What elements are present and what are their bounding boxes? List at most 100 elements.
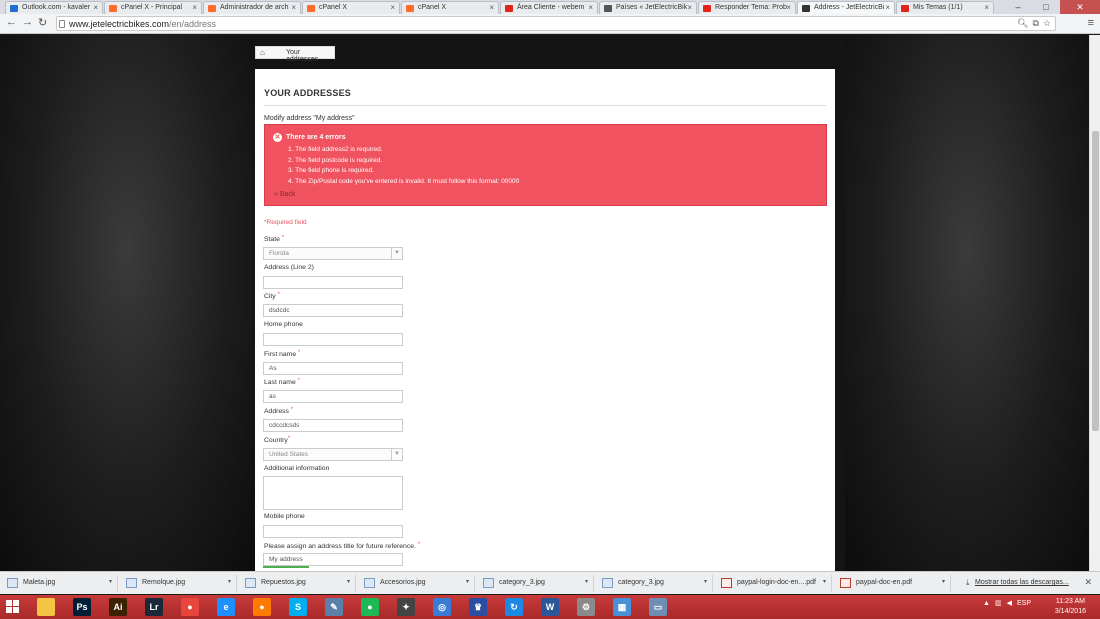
calculator-icon[interactable]: ▦	[613, 598, 631, 616]
breadcrumb-current: Your addresses	[286, 49, 319, 63]
photoshop-icon[interactable]: Ps	[73, 598, 91, 616]
settings-app-icon[interactable]: ⚙	[577, 598, 595, 616]
tab-close-icon[interactable]: ×	[588, 3, 593, 12]
chevron-down-icon[interactable]: ▾	[109, 578, 112, 585]
download-filename: category_3.jpg	[499, 579, 545, 586]
tab-close-icon[interactable]: ×	[93, 3, 98, 12]
first-name-field[interactable]: As	[263, 362, 403, 375]
browser-tab[interactable]: cPanel X ×	[401, 1, 499, 14]
word-icon[interactable]: W	[541, 598, 559, 616]
bookmark-star-icon[interactable]: ☆	[1043, 18, 1051, 29]
country-select[interactable]: United States ▼	[263, 448, 403, 461]
browser-tab[interactable]: Área Cliente - webem ×	[500, 1, 598, 14]
reload-icon[interactable]: ↻	[38, 16, 47, 29]
network-icon[interactable]: ▥	[995, 599, 1002, 607]
download-item[interactable]: Maleta.jpg ▾	[2, 575, 118, 592]
favicon-icon	[10, 5, 18, 12]
chevron-down-icon[interactable]: ▾	[466, 578, 469, 585]
window-controls: – □ ✕	[1004, 0, 1100, 14]
lightroom-icon[interactable]: Lr	[145, 598, 163, 616]
search-icon[interactable]: 🔍︎	[1017, 18, 1028, 29]
home-icon[interactable]: ⌂	[260, 48, 265, 57]
browser-tab[interactable]: Administrador de arch ×	[203, 1, 301, 14]
image-file-icon	[7, 578, 18, 588]
language-indicator[interactable]: ESP	[1017, 600, 1031, 607]
mobile-phone-field[interactable]	[263, 525, 403, 538]
browser-tab[interactable]: Outlook.com - kavaler ×	[5, 1, 103, 14]
forward-arrow-icon[interactable]: →	[22, 16, 33, 28]
firefox-icon[interactable]: ●	[253, 598, 271, 616]
browser-tab[interactable]: Responder Tema: Prob ×	[698, 1, 796, 14]
download-item[interactable]: Accesorios.jpg ▾	[359, 575, 475, 592]
tab-close-icon[interactable]: ×	[687, 3, 692, 12]
minimize-icon[interactable]: –	[1004, 0, 1032, 14]
chevron-down-icon[interactable]: ▾	[228, 578, 231, 585]
tab-close-icon[interactable]: ×	[984, 3, 989, 12]
notepad-icon[interactable]: ✎	[325, 598, 343, 616]
skype-icon[interactable]: S	[289, 598, 307, 616]
tab-close-icon[interactable]: ×	[489, 3, 494, 12]
show-all-downloads-link[interactable]: Mostrar todas las descargas...	[975, 579, 1069, 586]
address-field[interactable]: cdccdcsds	[263, 419, 403, 432]
windows-start-icon[interactable]	[6, 600, 20, 614]
last-name-field[interactable]: as	[263, 390, 403, 403]
menu-icon[interactable]: ≡	[1088, 17, 1094, 29]
address2-field[interactable]	[263, 276, 403, 289]
browser-tab[interactable]: cPanel X - Principal ×	[104, 1, 202, 14]
browser-tab[interactable]: cPanel X ×	[302, 1, 400, 14]
alias-field[interactable]: My address	[263, 553, 403, 566]
page-scrollbar[interactable]	[1089, 35, 1100, 571]
city-field[interactable]: dsdcdc	[263, 304, 403, 317]
chevron-down-icon[interactable]: ▾	[823, 578, 826, 585]
maximize-icon[interactable]: □	[1032, 0, 1060, 14]
tab-close-icon[interactable]: ×	[390, 3, 395, 12]
tab-close-icon[interactable]: ×	[192, 3, 197, 12]
tab-close-icon[interactable]: ×	[291, 3, 296, 12]
chevron-down-icon[interactable]: ▾	[347, 578, 350, 585]
download-item[interactable]: category_3.jpg ▾	[597, 575, 713, 592]
system-clock[interactable]: 11:23 AM 3/14/2016	[1055, 597, 1086, 617]
download-item[interactable]: Repuestos.jpg ▾	[240, 575, 356, 592]
download-item[interactable]: Remolque.jpg ▾	[121, 575, 237, 592]
file-explorer-icon[interactable]	[37, 598, 55, 616]
clock-time: 11:23 AM	[1055, 598, 1085, 605]
internet-explorer-icon[interactable]: e	[217, 598, 235, 616]
sync-icon[interactable]: ◎	[433, 598, 451, 616]
address-bar[interactable]: www.jetelectricbikes.com/en/address 🔍︎ ⧉…	[56, 16, 1056, 31]
tray-chevron-icon[interactable]: ▲	[983, 600, 990, 607]
volume-icon[interactable]: ◀	[1007, 599, 1012, 607]
chevron-down-icon[interactable]: ▾	[704, 578, 707, 585]
browser-tab[interactable]: Países « JetElectricBik ×	[599, 1, 697, 14]
translate-icon[interactable]: ⧉	[1032, 18, 1038, 29]
scrollbar-thumb[interactable]	[1092, 131, 1099, 431]
chevron-down-icon[interactable]: ▾	[942, 578, 945, 585]
back-link[interactable]: « Back	[274, 191, 295, 198]
error-item: 4. The Zip/Postal code you've entered is…	[288, 177, 520, 185]
game-icon[interactable]: ✦	[397, 598, 415, 616]
alias-label: Please assign an address title for futur…	[264, 542, 421, 550]
browser-tab[interactable]: Address - JetElectricBi ×	[797, 1, 895, 14]
browser-tab[interactable]: Mis Temas (1/1) ×	[896, 1, 994, 14]
home-phone-field[interactable]	[263, 333, 403, 346]
close-icon[interactable]: ✕	[1084, 577, 1092, 588]
downloads-bar: ⤓ Mostrar todas las descargas... ✕ Malet…	[0, 571, 1100, 594]
download-filename: Accesorios.jpg	[380, 579, 426, 586]
tab-close-icon[interactable]: ×	[885, 3, 890, 12]
download-item[interactable]: category_3.jpg ▾	[478, 575, 594, 592]
window-app-icon[interactable]: ▭	[649, 598, 667, 616]
state-select[interactable]: Florida ▼	[263, 247, 403, 260]
crown-app-icon[interactable]: ♛	[469, 598, 487, 616]
valid-field-indicator	[263, 566, 309, 568]
download-item[interactable]: paypal-doc-en.pdf ▾	[835, 575, 951, 592]
refresh-app-icon[interactable]: ↻	[505, 598, 523, 616]
illustrator-icon[interactable]: Ai	[109, 598, 127, 616]
back-arrow-icon[interactable]: ←	[6, 16, 17, 28]
additional-info-textarea[interactable]	[263, 476, 403, 510]
chevron-down-icon[interactable]: ▾	[585, 578, 588, 585]
city-label: City *	[264, 292, 280, 300]
chrome-icon[interactable]: ●	[181, 598, 199, 616]
spotify-icon[interactable]: ●	[361, 598, 379, 616]
download-item[interactable]: paypal-login-doc-en....pdf ▾	[716, 575, 832, 592]
close-window-icon[interactable]: ✕	[1060, 0, 1100, 14]
tab-close-icon[interactable]: ×	[786, 3, 791, 12]
